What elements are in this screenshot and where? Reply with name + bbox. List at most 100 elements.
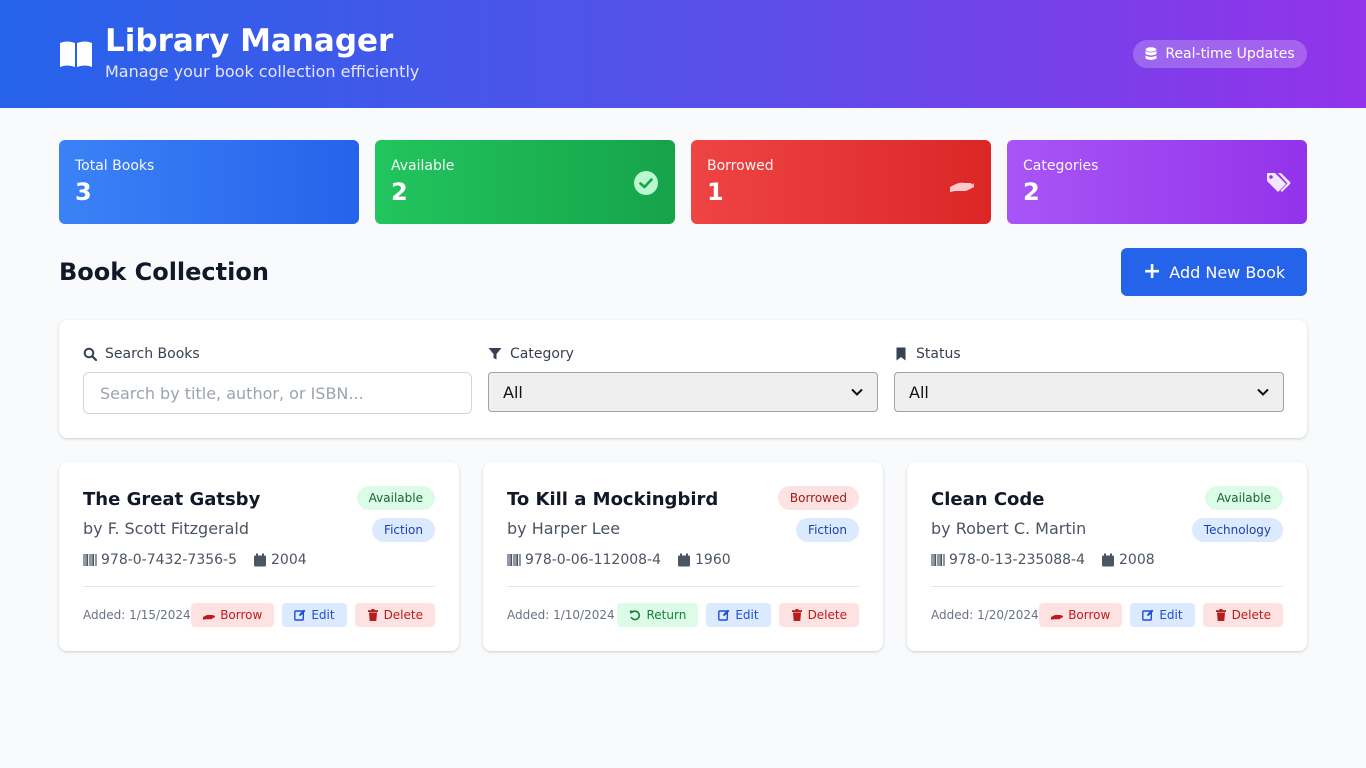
edit-label: Edit	[311, 608, 335, 622]
book-added-date: Added: 1/20/2024	[931, 608, 1039, 622]
edit-icon	[294, 609, 306, 621]
category-label: Category	[510, 346, 574, 362]
book-title: To Kill a Mockingbird	[507, 489, 719, 510]
add-book-button[interactable]: + Add New Book	[1121, 248, 1307, 296]
borrow-button[interactable]: Borrow	[191, 603, 275, 627]
stat-label: Available	[391, 158, 455, 174]
book-year: 1960	[695, 552, 731, 568]
barcode-icon	[83, 554, 97, 566]
book-meta: 978-0-06-112008-4 1960	[507, 552, 731, 568]
book-card: To Kill a Mockingbird Borrowed by Harper…	[483, 462, 883, 651]
search-group: Search Books	[83, 346, 472, 414]
borrow-label: Borrow	[220, 608, 263, 622]
status-group: Status All	[894, 346, 1284, 412]
category-badge: Technology	[1191, 518, 1283, 542]
category-group: Category All	[488, 346, 878, 412]
stat-label: Total Books	[75, 158, 155, 174]
stat-available: Available 2	[375, 140, 675, 224]
chevron-down-icon	[851, 388, 863, 396]
calendar-icon	[678, 553, 691, 567]
edit-label: Edit	[1159, 608, 1183, 622]
barcode-icon	[507, 554, 521, 566]
app-title: Library Manager	[105, 23, 394, 59]
app-header: Library Manager Manage your book collect…	[0, 0, 1366, 108]
search-input[interactable]	[83, 372, 472, 414]
book-card: Clean Code Available by Robert C. Martin…	[907, 462, 1307, 651]
stat-label: Borrowed	[707, 158, 774, 174]
hand-holding-icon	[1051, 614, 1064, 620]
book-year: 2004	[271, 552, 307, 568]
edit-icon	[1142, 609, 1154, 621]
collection-title: Book Collection	[59, 258, 269, 286]
stat-value: 2	[1023, 178, 1040, 206]
card-actions: Borrow Edit Delete	[1039, 603, 1283, 627]
search-label: Search Books	[105, 346, 200, 362]
filter-panel: Search Books Category All Status All	[59, 320, 1307, 438]
chevron-down-icon	[1257, 388, 1269, 396]
return-button[interactable]: Return	[617, 603, 699, 627]
book-added-date: Added: 1/15/2024	[83, 608, 191, 622]
filter-icon	[488, 348, 502, 360]
plus-icon: +	[1142, 259, 1162, 284]
card-divider	[83, 586, 435, 587]
return-label: Return	[646, 608, 687, 622]
hand-holding-icon	[203, 614, 216, 620]
book-isbn: 978-0-06-112008-4	[525, 552, 662, 568]
calendar-icon	[254, 553, 267, 567]
trash-icon	[1215, 609, 1226, 621]
status-label-row: Status	[894, 346, 1283, 362]
realtime-badge-label: Real-time Updates	[1165, 46, 1295, 62]
calendar-icon	[1102, 553, 1115, 567]
category-badge: Fiction	[372, 518, 435, 542]
status-badge: Borrowed	[777, 486, 859, 510]
delete-button[interactable]: Delete	[778, 603, 859, 627]
book-meta: 978-0-7432-7356-5 2004	[83, 552, 307, 568]
status-badge: Available	[356, 486, 435, 510]
category-select[interactable]: All	[488, 372, 878, 412]
card-divider	[507, 586, 859, 587]
book-author: by F. Scott Fitzgerald	[83, 519, 250, 538]
year-group: 2008	[1101, 552, 1155, 568]
edit-icon	[718, 609, 730, 621]
edit-button[interactable]: Edit	[706, 603, 771, 627]
book-added-date: Added: 1/10/2024	[507, 608, 615, 622]
delete-label: Delete	[1231, 608, 1271, 622]
status-label: Status	[916, 346, 961, 362]
delete-button[interactable]: Delete	[354, 603, 435, 627]
stat-value: 1	[707, 178, 724, 206]
hand-holding-icon	[950, 182, 974, 192]
stat-categories: Categories 2	[1007, 140, 1307, 224]
stat-borrowed: Borrowed 1	[691, 140, 991, 224]
tags-icon	[1267, 173, 1291, 192]
book-open-icon	[60, 41, 92, 67]
stat-label: Categories	[1023, 158, 1099, 174]
status-select[interactable]: All	[894, 372, 1284, 412]
app-subtitle: Manage your book collection efficiently	[105, 62, 420, 81]
check-circle-icon	[634, 171, 658, 195]
year-group: 1960	[677, 552, 731, 568]
undo-icon	[629, 610, 641, 621]
category-badge: Fiction	[796, 518, 859, 542]
book-isbn: 978-0-13-235088-4	[949, 552, 1086, 568]
book-year: 2008	[1119, 552, 1155, 568]
book-meta: 978-0-13-235088-4 2008	[931, 552, 1155, 568]
delete-label: Delete	[807, 608, 847, 622]
edit-button[interactable]: Edit	[1130, 603, 1195, 627]
stat-value: 3	[75, 178, 92, 206]
realtime-badge: Real-time Updates	[1133, 40, 1307, 68]
edit-button[interactable]: Edit	[282, 603, 347, 627]
status-select-value: All	[909, 382, 929, 402]
category-label-row: Category	[488, 346, 877, 362]
category-select-value: All	[503, 382, 523, 402]
search-icon	[83, 347, 97, 361]
book-title: Clean Code	[931, 489, 1045, 510]
book-isbn: 978-0-7432-7356-5	[101, 552, 238, 568]
delete-button[interactable]: Delete	[1202, 603, 1283, 627]
borrow-button[interactable]: Borrow	[1039, 603, 1123, 627]
card-actions: Borrow Edit Delete	[191, 603, 435, 627]
trash-icon	[791, 609, 802, 621]
year-group: 2004	[253, 552, 307, 568]
stat-value: 2	[391, 178, 408, 206]
stat-total-books: Total Books 3	[59, 140, 359, 224]
add-book-label: Add New Book	[1169, 262, 1286, 282]
